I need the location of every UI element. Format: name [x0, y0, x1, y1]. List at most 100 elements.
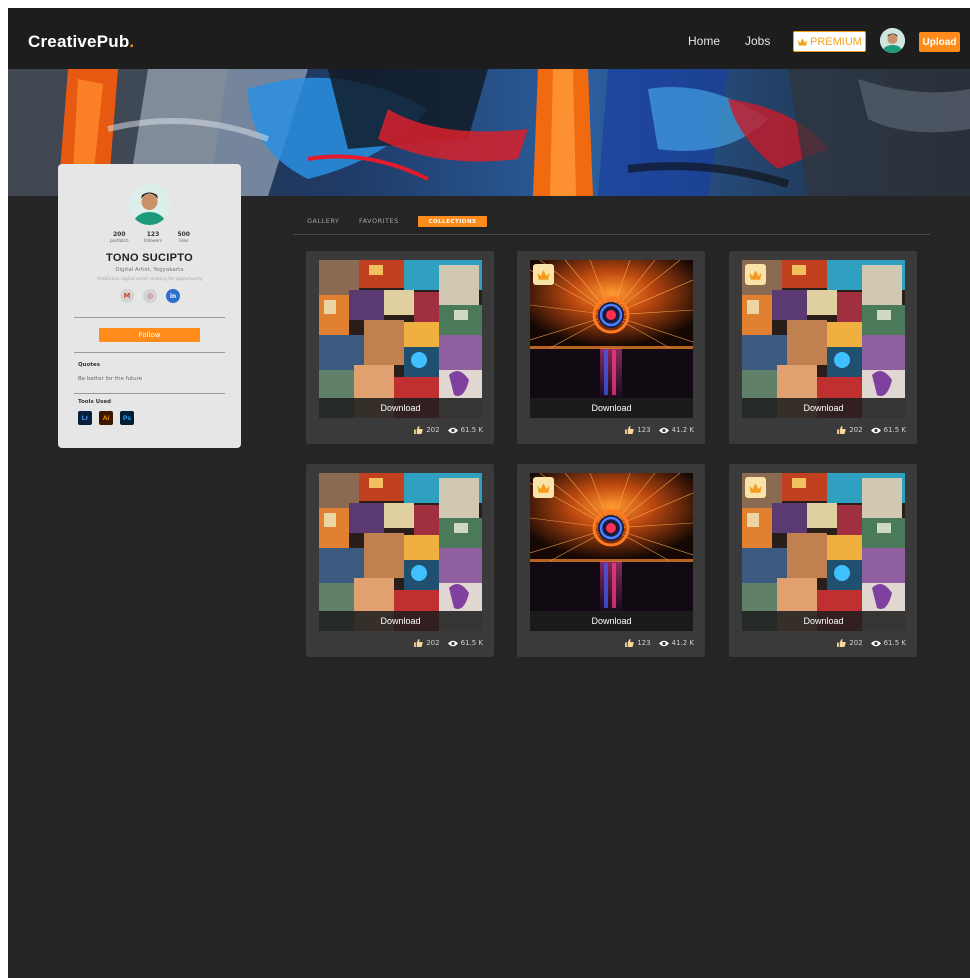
eye-icon — [658, 640, 669, 646]
premium-label: PREMIUM — [810, 35, 862, 48]
stat-value: 500 — [177, 231, 190, 238]
stat-posts: 200 postlatch — [110, 231, 129, 243]
tools-list: Lr Ai Ps — [78, 411, 134, 425]
views-stat: 41.2 K — [658, 426, 694, 434]
likes-stat: 123 — [625, 639, 651, 647]
crown-icon — [797, 37, 808, 46]
tab-collections[interactable]: COLLECTIONS — [418, 216, 487, 227]
card-image[interactable]: Download — [319, 260, 482, 418]
quotes-title: Quotes — [78, 362, 101, 368]
views-stat: 61.5 K — [447, 426, 483, 434]
likes-stat: 202 — [414, 426, 440, 434]
download-button[interactable]: Download — [319, 398, 482, 418]
likes-count: 123 — [637, 639, 651, 647]
card-stats: 202 61.5 K — [414, 639, 483, 647]
collection-card[interactable]: Download 202 61.5 K — [306, 251, 494, 444]
logo[interactable]: CreativePub. — [28, 32, 134, 52]
card-image[interactable]: Download — [319, 473, 482, 631]
premium-button[interactable]: PREMIUM — [793, 31, 866, 52]
thumbs-up-icon — [625, 426, 634, 434]
eye-icon — [447, 640, 458, 646]
likes-count: 202 — [426, 639, 440, 647]
tools-title: Tools Used — [78, 399, 112, 405]
card-image[interactable]: Download — [530, 260, 693, 418]
collection-card[interactable]: Download 123 41.2 K — [517, 464, 705, 657]
download-button[interactable]: Download — [319, 611, 482, 631]
lightroom-icon: Lr — [78, 411, 92, 425]
card-image[interactable]: Download — [530, 473, 693, 631]
likes-stat: 202 — [414, 639, 440, 647]
profile-card: 200 postlatch 123 followers 500 likes TONO … — [58, 164, 241, 448]
views-count: 41.2 K — [671, 426, 694, 434]
eye-icon — [870, 427, 881, 433]
stat-label: likes — [179, 238, 189, 243]
collection-card[interactable]: Download 202 61.5 K — [306, 464, 494, 657]
likes-stat: 202 — [837, 426, 863, 434]
card-stats: 202 61.5 K — [837, 426, 906, 434]
divider — [74, 393, 225, 394]
card-image[interactable]: Download — [742, 260, 905, 418]
gmail-icon[interactable]: M — [120, 289, 134, 303]
views-stat: 61.5 K — [447, 639, 483, 647]
premium-crown-icon — [533, 477, 554, 498]
logo-text: CreativePub — [28, 32, 130, 51]
divider — [74, 352, 225, 353]
views-count: 61.5 K — [883, 426, 906, 434]
card-image[interactable]: Download — [742, 473, 905, 631]
views-count: 61.5 K — [883, 639, 906, 647]
top-navbar: CreativePub. Home Jobs PREMIUM Upload — [8, 8, 970, 69]
quotes-text: Be better for the future — [78, 376, 143, 382]
card-stats: 202 61.5 K — [414, 426, 483, 434]
download-button[interactable]: Download — [742, 398, 905, 418]
app-frame: CreativePub. Home Jobs PREMIUM Upload 20… — [8, 8, 970, 978]
upload-button[interactable]: Upload — [919, 32, 960, 52]
premium-crown-icon — [745, 264, 766, 285]
likes-count: 202 — [849, 639, 863, 647]
photoshop-icon: Ps — [120, 411, 134, 425]
collection-card[interactable]: Download 202 61.5 K — [729, 464, 917, 657]
profile-name: TONO SUCIPTO — [106, 252, 193, 264]
likes-stat: 202 — [837, 639, 863, 647]
linkedin-icon[interactable]: in — [166, 289, 180, 303]
download-button[interactable]: Download — [530, 398, 693, 418]
follow-button[interactable]: Follow — [99, 328, 200, 342]
eye-icon — [658, 427, 669, 433]
views-stat: 41.2 K — [658, 639, 694, 647]
nav-jobs[interactable]: Jobs — [745, 34, 770, 48]
views-count: 41.2 K — [671, 639, 694, 647]
views-stat: 61.5 K — [870, 426, 906, 434]
thumbs-up-icon — [414, 639, 423, 647]
download-button[interactable]: Download — [530, 611, 693, 631]
stat-followers: 123 followers — [144, 231, 162, 243]
views-stat: 61.5 K — [870, 639, 906, 647]
premium-crown-icon — [745, 477, 766, 498]
likes-count: 202 — [426, 426, 440, 434]
likes-stat: 123 — [625, 426, 651, 434]
profile-stats: 200 postlatch 123 followers 500 likes — [110, 231, 190, 243]
collection-card[interactable]: Download 123 41.2 K — [517, 251, 705, 444]
tab-favorites[interactable]: FAVORITES — [359, 217, 399, 225]
stat-value: 123 — [146, 231, 160, 238]
download-button[interactable]: Download — [742, 611, 905, 631]
profile-avatar — [129, 184, 170, 225]
stat-likes: 500 likes — [177, 231, 190, 243]
likes-count: 202 — [849, 426, 863, 434]
thumbs-up-icon — [837, 426, 846, 434]
views-count: 61.5 K — [460, 426, 483, 434]
tabs-underline — [293, 234, 930, 235]
likes-count: 123 — [637, 426, 651, 434]
illustrator-icon: Ai — [99, 411, 113, 425]
logo-dot: . — [129, 32, 135, 51]
stat-value: 200 — [112, 231, 126, 238]
profile-role: Digital Artist, Yogyakarta — [115, 267, 184, 273]
profile-bio: Ambitious digital artist seeking for opp… — [96, 277, 203, 282]
premium-crown-icon — [533, 264, 554, 285]
eye-icon — [870, 640, 881, 646]
collection-card[interactable]: Download 202 61.5 K — [729, 251, 917, 444]
nav-home[interactable]: Home — [688, 34, 720, 48]
user-avatar[interactable] — [880, 28, 905, 53]
instagram-icon[interactable]: ◎ — [143, 289, 157, 303]
thumbs-up-icon — [837, 639, 846, 647]
eye-icon — [447, 427, 458, 433]
tab-gallery[interactable]: GALLERY — [307, 217, 339, 225]
